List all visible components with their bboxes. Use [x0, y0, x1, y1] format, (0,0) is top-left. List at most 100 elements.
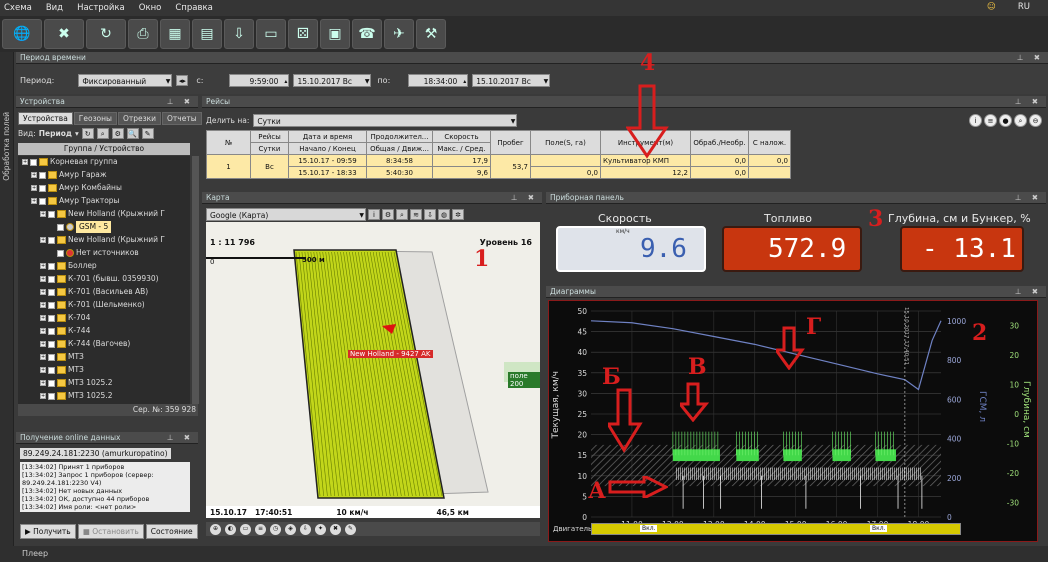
pin-icon[interactable]: ⊥ ✖	[1015, 286, 1042, 298]
hammer-icon[interactable]: ⚒	[416, 19, 446, 49]
expand-icon[interactable]: +	[40, 354, 46, 360]
tree-checkbox[interactable]	[57, 249, 64, 257]
map-source-select[interactable]: Google (Карта) ▼	[206, 208, 366, 221]
search-icon[interactable]: ⌕	[1014, 114, 1027, 127]
tree-checkbox[interactable]	[48, 262, 55, 270]
info-icon[interactable]: i	[969, 114, 982, 127]
player-bar[interactable]: Плеер	[0, 546, 1048, 562]
tree-item[interactable]: + Амур Комбайны	[31, 182, 122, 194]
tree-item[interactable]: + МТЗ 1025.2	[40, 377, 113, 389]
from-time-field[interactable]: 9:59:00 ▴	[229, 73, 290, 87]
tree-item[interactable]: + МТЗ 1025.2	[40, 390, 113, 402]
expand-icon[interactable]: +	[40, 393, 46, 399]
tree-checkbox[interactable]	[48, 314, 55, 322]
download-icon[interactable]: ⇩	[424, 209, 436, 220]
tree-item[interactable]: + МТЗ	[40, 351, 84, 363]
expand-icon[interactable]: +	[40, 276, 46, 282]
tree-item[interactable]: + К-744	[40, 325, 90, 337]
print-icon[interactable]: ⎙	[128, 19, 158, 49]
tree-item[interactable]: + К-744 (Вагочев)	[40, 338, 130, 350]
pin-icon[interactable]: ⊥ ✖	[1017, 52, 1044, 64]
tree-item[interactable]: Нет источников	[49, 247, 139, 259]
tree-item[interactable]: + Боллер	[40, 260, 97, 272]
tab-reports[interactable]: Отчеты	[162, 112, 202, 125]
satellite-icon[interactable]: ✈	[384, 19, 414, 49]
tree-checkbox[interactable]	[39, 171, 46, 179]
tree-checkbox[interactable]	[39, 197, 46, 205]
tree-checkbox[interactable]	[57, 223, 64, 231]
expand-icon[interactable]: +	[40, 211, 46, 217]
to-time-field[interactable]: 18:34:00 ▴	[408, 73, 469, 87]
pin-icon[interactable]: ⊥ ✖	[511, 192, 538, 204]
view-select[interactable]: Период	[39, 129, 72, 138]
tree-checkbox[interactable]	[48, 353, 55, 361]
crosshair-icon[interactable]: ⊕	[210, 523, 221, 535]
tree-checkbox[interactable]	[48, 327, 55, 335]
tree-checkbox[interactable]	[48, 236, 55, 244]
expand-icon[interactable]: +	[40, 302, 46, 308]
receive-button[interactable]: ▶ Получить	[20, 524, 76, 539]
expand-icon[interactable]: +	[40, 328, 46, 334]
status-button[interactable]: Состояние	[145, 524, 198, 539]
menu-help[interactable]: Справка	[175, 3, 212, 13]
layers-icon[interactable]: ≋	[410, 209, 422, 220]
tab-geozones[interactable]: Геозоны	[73, 112, 117, 125]
tree-item[interactable]: + К-701 (Шельменко)	[40, 299, 145, 311]
search-icon[interactable]: 🔍	[126, 128, 139, 139]
options-icon[interactable]: ⊖	[1029, 114, 1042, 127]
expand-icon[interactable]: +	[40, 341, 46, 347]
dice-icon[interactable]: ⚄	[288, 19, 318, 49]
tree-checkbox[interactable]	[48, 288, 55, 296]
camera-icon[interactable]: ▭	[240, 523, 251, 535]
tab-segments[interactable]: Отрезки	[117, 112, 162, 125]
side-tab[interactable]: Обработка полей	[0, 52, 14, 562]
report-icon[interactable]: ▤	[192, 19, 222, 49]
tree-checkbox[interactable]	[48, 301, 55, 309]
tree-checkbox[interactable]	[48, 366, 55, 374]
expand-icon[interactable]: +	[22, 159, 28, 165]
map-view[interactable]: 1 : 11 796 Уровень 16 0 500 м New Hollan…	[206, 222, 540, 518]
globe-icon[interactable]: 🌐	[2, 19, 42, 49]
tree-item[interactable]: + New Holland (Крыжний Г	[40, 234, 165, 246]
expand-icon[interactable]: +	[31, 198, 37, 204]
compass-icon[interactable]: ✦	[315, 523, 326, 535]
settings-icon[interactable]: ⚙	[382, 209, 394, 220]
import-icon[interactable]: ⇩	[224, 19, 254, 49]
chevron-down-icon[interactable]: ▾	[75, 129, 79, 138]
language-flag[interactable]: RU	[1018, 2, 1030, 12]
settings-icon[interactable]: ⚙	[111, 128, 124, 139]
clock-icon[interactable]: ◷	[270, 523, 281, 535]
tree-item[interactable]: + Амур Гараж	[31, 169, 107, 181]
support-icon[interactable]: ☎	[352, 19, 382, 49]
refresh-icon[interactable]: ↻	[81, 128, 94, 139]
window-icon[interactable]: ▣	[320, 19, 350, 49]
export-icon[interactable]: ⇩	[300, 523, 311, 535]
period-nav-icon[interactable]: ◂▸	[176, 74, 189, 86]
tree-checkbox[interactable]	[48, 392, 55, 400]
refresh-icon[interactable]: ↻	[86, 19, 126, 49]
tree-checkbox[interactable]	[48, 379, 55, 387]
menu-window[interactable]: Окно	[139, 3, 162, 13]
period-mode-select[interactable]: Фиксированный ▼	[78, 73, 173, 87]
vehicle-label[interactable]: New Holland - 9427 AK	[348, 350, 433, 358]
tree-checkbox[interactable]	[39, 184, 46, 192]
expand-icon[interactable]: +	[40, 380, 46, 386]
tree-item[interactable]: GSM - 5	[49, 221, 112, 233]
gear-icon[interactable]: ✲	[452, 209, 464, 220]
pin-icon[interactable]: ⊥ ✖	[167, 432, 194, 444]
map-icon[interactable]: ▦	[160, 19, 190, 49]
tree-item[interactable]: + Корневая группа	[22, 156, 118, 168]
server-tab[interactable]: 89.249.24.181:2230 (amurkuropatino)	[20, 448, 171, 459]
globe-icon[interactable]: ◍	[438, 209, 450, 220]
tree-item[interactable]: + К-701 (Васильев АВ)	[40, 286, 148, 298]
pin-icon[interactable]: ⊥ ✖	[167, 96, 194, 108]
tree-checkbox[interactable]	[48, 210, 55, 218]
menu-settings[interactable]: Настройка	[77, 3, 125, 13]
expand-icon[interactable]: +	[40, 263, 46, 269]
target-icon[interactable]: ●	[999, 114, 1012, 127]
ruler-icon[interactable]: ≡	[255, 523, 266, 535]
info-icon[interactable]: i	[368, 209, 380, 220]
search-icon[interactable]: ⌕	[396, 209, 408, 220]
pencil-icon[interactable]: ✎	[345, 523, 356, 535]
smiley-icon[interactable]: ☺	[987, 2, 996, 12]
